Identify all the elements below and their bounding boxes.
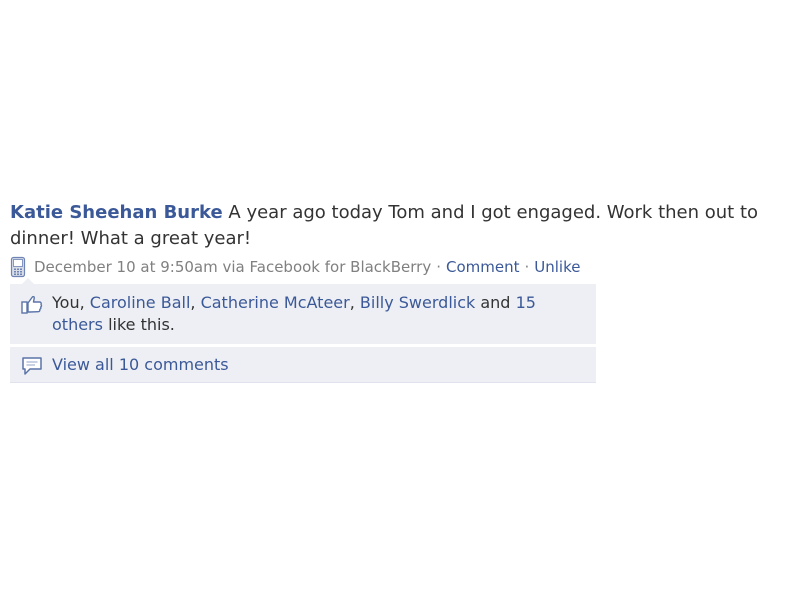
unlike-link[interactable]: Unlike [534,256,580,278]
view-all-comments-link[interactable]: View all 10 comments [52,354,229,376]
liker-link[interactable]: Caroline Ball [90,293,191,312]
story-timestamp: December 10 at 9:50am via Facebook for B… [34,258,432,276]
liker-link[interactable]: Catherine McAteer [201,293,350,312]
feed-story: Katie Sheehan Burke A year ago today Tom… [10,200,800,383]
comment-bubble-icon [20,355,44,377]
feedback-panel: You, Caroline Ball, Catherine McAteer, B… [10,278,596,383]
actor-name-link[interactable]: Katie Sheehan Burke [10,202,223,223]
meta-separator: · [524,258,530,276]
likes-row: You, Caroline Ball, Catherine McAteer, B… [10,284,596,344]
feedback-divider [10,382,596,383]
likes-and: and [480,293,511,312]
thumbs-up-icon [20,293,44,315]
likes-sentence: You, Caroline Ball, Catherine McAteer, B… [52,293,536,334]
likes-suffix: like this. [108,315,175,334]
mobile-phone-icon [10,256,26,278]
feedback-nub [22,278,34,284]
meta-separator: · [436,258,441,276]
view-comments-row[interactable]: View all 10 comments [10,347,596,382]
story-message: Katie Sheehan Burke A year ago today Tom… [10,200,800,252]
likes-you: You, [52,293,85,312]
liker-link[interactable]: Billy Swerdlick [360,293,475,312]
story-meta: December 10 at 9:50am via Facebook for B… [10,256,800,278]
comment-link[interactable]: Comment [446,256,520,278]
